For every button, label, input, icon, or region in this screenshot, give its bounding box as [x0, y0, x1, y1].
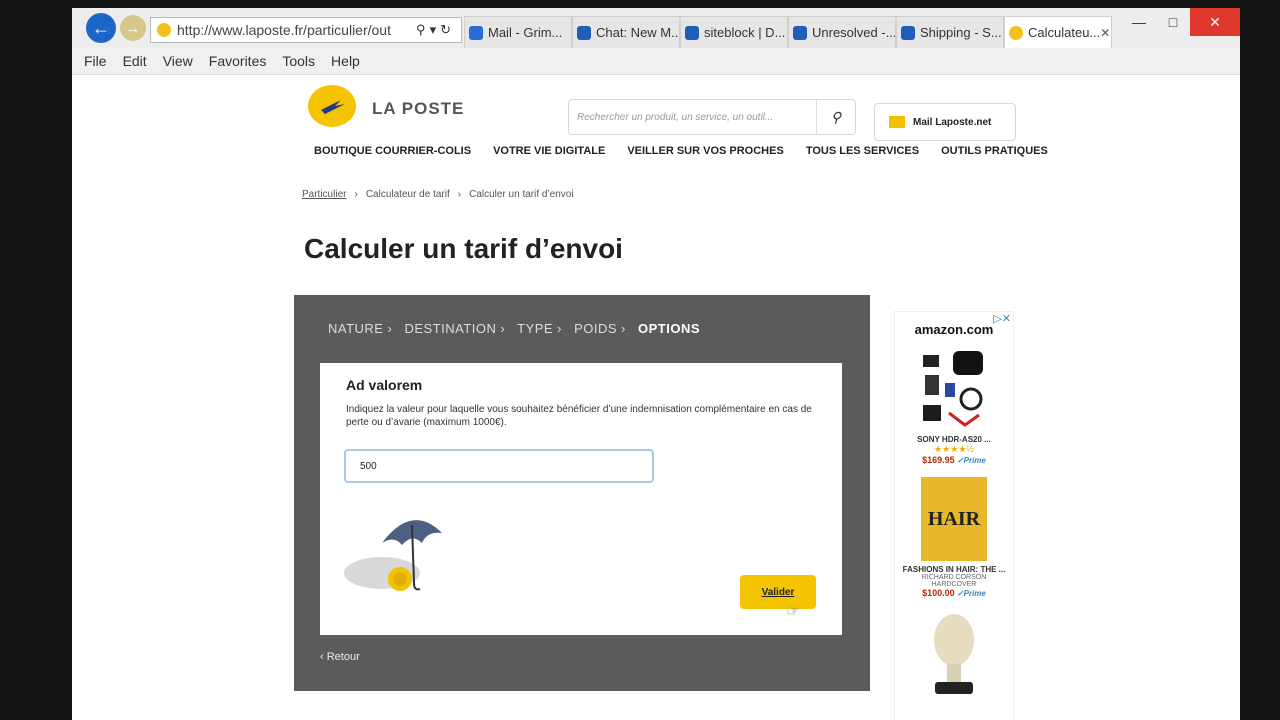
tab-strip: Mail - Grim... Chat: New M... siteblock …	[464, 12, 1112, 48]
breadcrumb-calculateur[interactable]: Calculateur de tarif	[366, 189, 450, 200]
tab-label: Chat: New M...	[596, 25, 680, 40]
nav-outils[interactable]: OUTILS PRATIQUES	[941, 145, 1048, 157]
site-search[interactable]: Rechercher un produit, un service, un ou…	[568, 99, 856, 135]
search-refresh-icon[interactable]: ⚲▾↻	[416, 22, 461, 38]
valider-button[interactable]: Valider	[740, 575, 816, 609]
web-page: LA POSTE Rechercher un produit, un servi…	[72, 75, 1240, 720]
prime-badge: ✓Prime	[956, 589, 986, 598]
tab-label: Calculateu...	[1028, 25, 1101, 40]
menu-bar: File Edit View Favorites Tools Help	[72, 48, 1240, 75]
nav-vie-digitale[interactable]: VOTRE VIE DIGITALE	[493, 145, 605, 157]
site-icon	[793, 25, 807, 40]
arrow-left-icon: ←	[92, 17, 110, 38]
address-url[interactable]: http://www.laposte.fr/particulier/out	[177, 22, 416, 38]
tab-siteblock[interactable]: siteblock | D...	[680, 16, 788, 48]
site-icon	[901, 25, 915, 40]
adchoices-close-icon[interactable]: ▷✕	[993, 312, 1011, 325]
amazon-ad[interactable]: ▷✕ amazon.com SONY HDR-AS20 ... ★★★★½ $1…	[894, 311, 1014, 720]
page-title: Calculer un tarif d’envoi	[304, 233, 623, 264]
menu-edit[interactable]: Edit	[123, 53, 147, 69]
menu-view[interactable]: View	[163, 53, 193, 69]
arrow-right-icon: →	[125, 19, 141, 37]
mannequin-head-image[interactable]	[923, 610, 985, 696]
breadcrumb-particulier[interactable]: Particulier	[302, 189, 346, 200]
mail-laposte-button[interactable]: Mail Laposte.net	[874, 103, 1016, 141]
value-input[interactable]	[344, 449, 654, 483]
address-bar[interactable]: http://www.laposte.fr/particulier/out ⚲▾…	[150, 17, 462, 43]
section-title: Ad valorem	[346, 377, 423, 393]
menu-favorites[interactable]: Favorites	[209, 53, 267, 69]
ad-item-author: RICHARD CORSON	[921, 574, 987, 581]
tab-unresolved[interactable]: Unresolved -...	[788, 16, 896, 48]
nav-boutique[interactable]: BOUTIQUE COURRIER-COLIS	[314, 145, 471, 157]
nav-veiller[interactable]: VEILLER SUR VOS PROCHES	[627, 145, 783, 157]
nav-services[interactable]: TOUS LES SERVICES	[806, 145, 919, 157]
main-nav: BOUTIQUE COURRIER-COLIS VOTRE VIE DIGITA…	[314, 145, 1070, 157]
tab-label: siteblock | D...	[704, 25, 786, 40]
ad-item-price: $100.00	[922, 588, 955, 598]
ad-item-title[interactable]: SONY HDR-AS20 ...	[895, 435, 1013, 444]
laposte-logo-icon[interactable]	[308, 85, 356, 127]
rating-stars-icon: ★★★★½	[934, 444, 974, 454]
step-progress: NATURE › DESTINATION › TYPE › POIDS › OPTION…	[328, 321, 701, 336]
step-poids[interactable]: POIDS	[574, 321, 617, 336]
retour-link[interactable]: ‹ Retour	[320, 651, 360, 663]
breadcrumb: Particulier › Calculateur de tarif › Calcule…	[302, 189, 574, 200]
ad-item-price: $169.95	[922, 455, 955, 465]
back-button[interactable]: ←	[86, 13, 116, 43]
umbrella-illustration	[344, 520, 442, 591]
step-destination[interactable]: DESTINATION	[404, 321, 496, 336]
book-cover-image[interactable]: HAIR	[921, 477, 987, 561]
tab-shipping[interactable]: Shipping - S...	[896, 16, 1004, 48]
menu-file[interactable]: File	[84, 53, 107, 69]
tab-calculateur[interactable]: Calculateu... ✕	[1004, 16, 1112, 48]
book-cover-text: HAIR	[927, 507, 981, 530]
tariff-calculator: NATURE › DESTINATION › TYPE › POIDS › OPTION…	[294, 295, 870, 691]
browser-titlebar: ← → http://www.laposte.fr/particulier/ou…	[72, 8, 1240, 49]
envelope-icon	[469, 25, 483, 40]
tab-label: Mail - Grim...	[488, 25, 563, 40]
minimize-icon[interactable]: —	[1122, 8, 1156, 36]
tab-chat[interactable]: Chat: New M...	[572, 16, 680, 48]
ad-item-format: HARDCOVER	[931, 581, 977, 588]
tab-mail[interactable]: Mail - Grim...	[464, 16, 572, 48]
favicon-icon	[157, 23, 171, 37]
menu-tools[interactable]: Tools	[282, 53, 315, 69]
laposte-favicon-icon	[1009, 25, 1023, 40]
camera-product-image[interactable]	[919, 349, 989, 429]
forward-button[interactable]: →	[120, 15, 146, 41]
logo-text[interactable]: LA POSTE	[372, 99, 464, 119]
mail-icon	[889, 116, 905, 128]
step-nature[interactable]: NATURE	[328, 321, 383, 336]
breadcrumb-current: Calculer un tarif d’envoi	[469, 189, 574, 200]
close-tab-icon[interactable]: ✕	[1100, 26, 1110, 40]
menu-help[interactable]: Help	[331, 53, 360, 69]
section-description: Indiquez la valeur pour laquelle vous so…	[346, 404, 812, 428]
close-window-icon[interactable]: ✕	[1190, 8, 1240, 36]
maximize-icon[interactable]: □	[1156, 8, 1190, 36]
step-type[interactable]: TYPE	[517, 321, 553, 336]
prime-badge: ✓Prime	[956, 456, 986, 465]
tab-label: Unresolved -...	[812, 25, 896, 40]
window-controls: — □ ✕	[1122, 8, 1240, 38]
ad-item-title[interactable]: FASHIONS IN HAIR: THE ...	[895, 565, 1013, 574]
hand-cursor-icon: ☞	[786, 603, 801, 620]
site-icon	[577, 25, 591, 40]
site-icon	[685, 25, 699, 40]
options-panel: Ad valorem Indiquez la valeur pour laque…	[320, 363, 842, 635]
mail-label: Mail Laposte.net	[913, 116, 992, 128]
search-input[interactable]: Rechercher un produit, un service, un ou…	[569, 112, 816, 123]
search-icon[interactable]: ⚲	[816, 100, 855, 134]
tab-label: Shipping - S...	[920, 25, 1002, 40]
step-options: OPTIONS	[638, 321, 701, 336]
browser-window: ← → http://www.laposte.fr/particulier/ou…	[72, 8, 1240, 720]
